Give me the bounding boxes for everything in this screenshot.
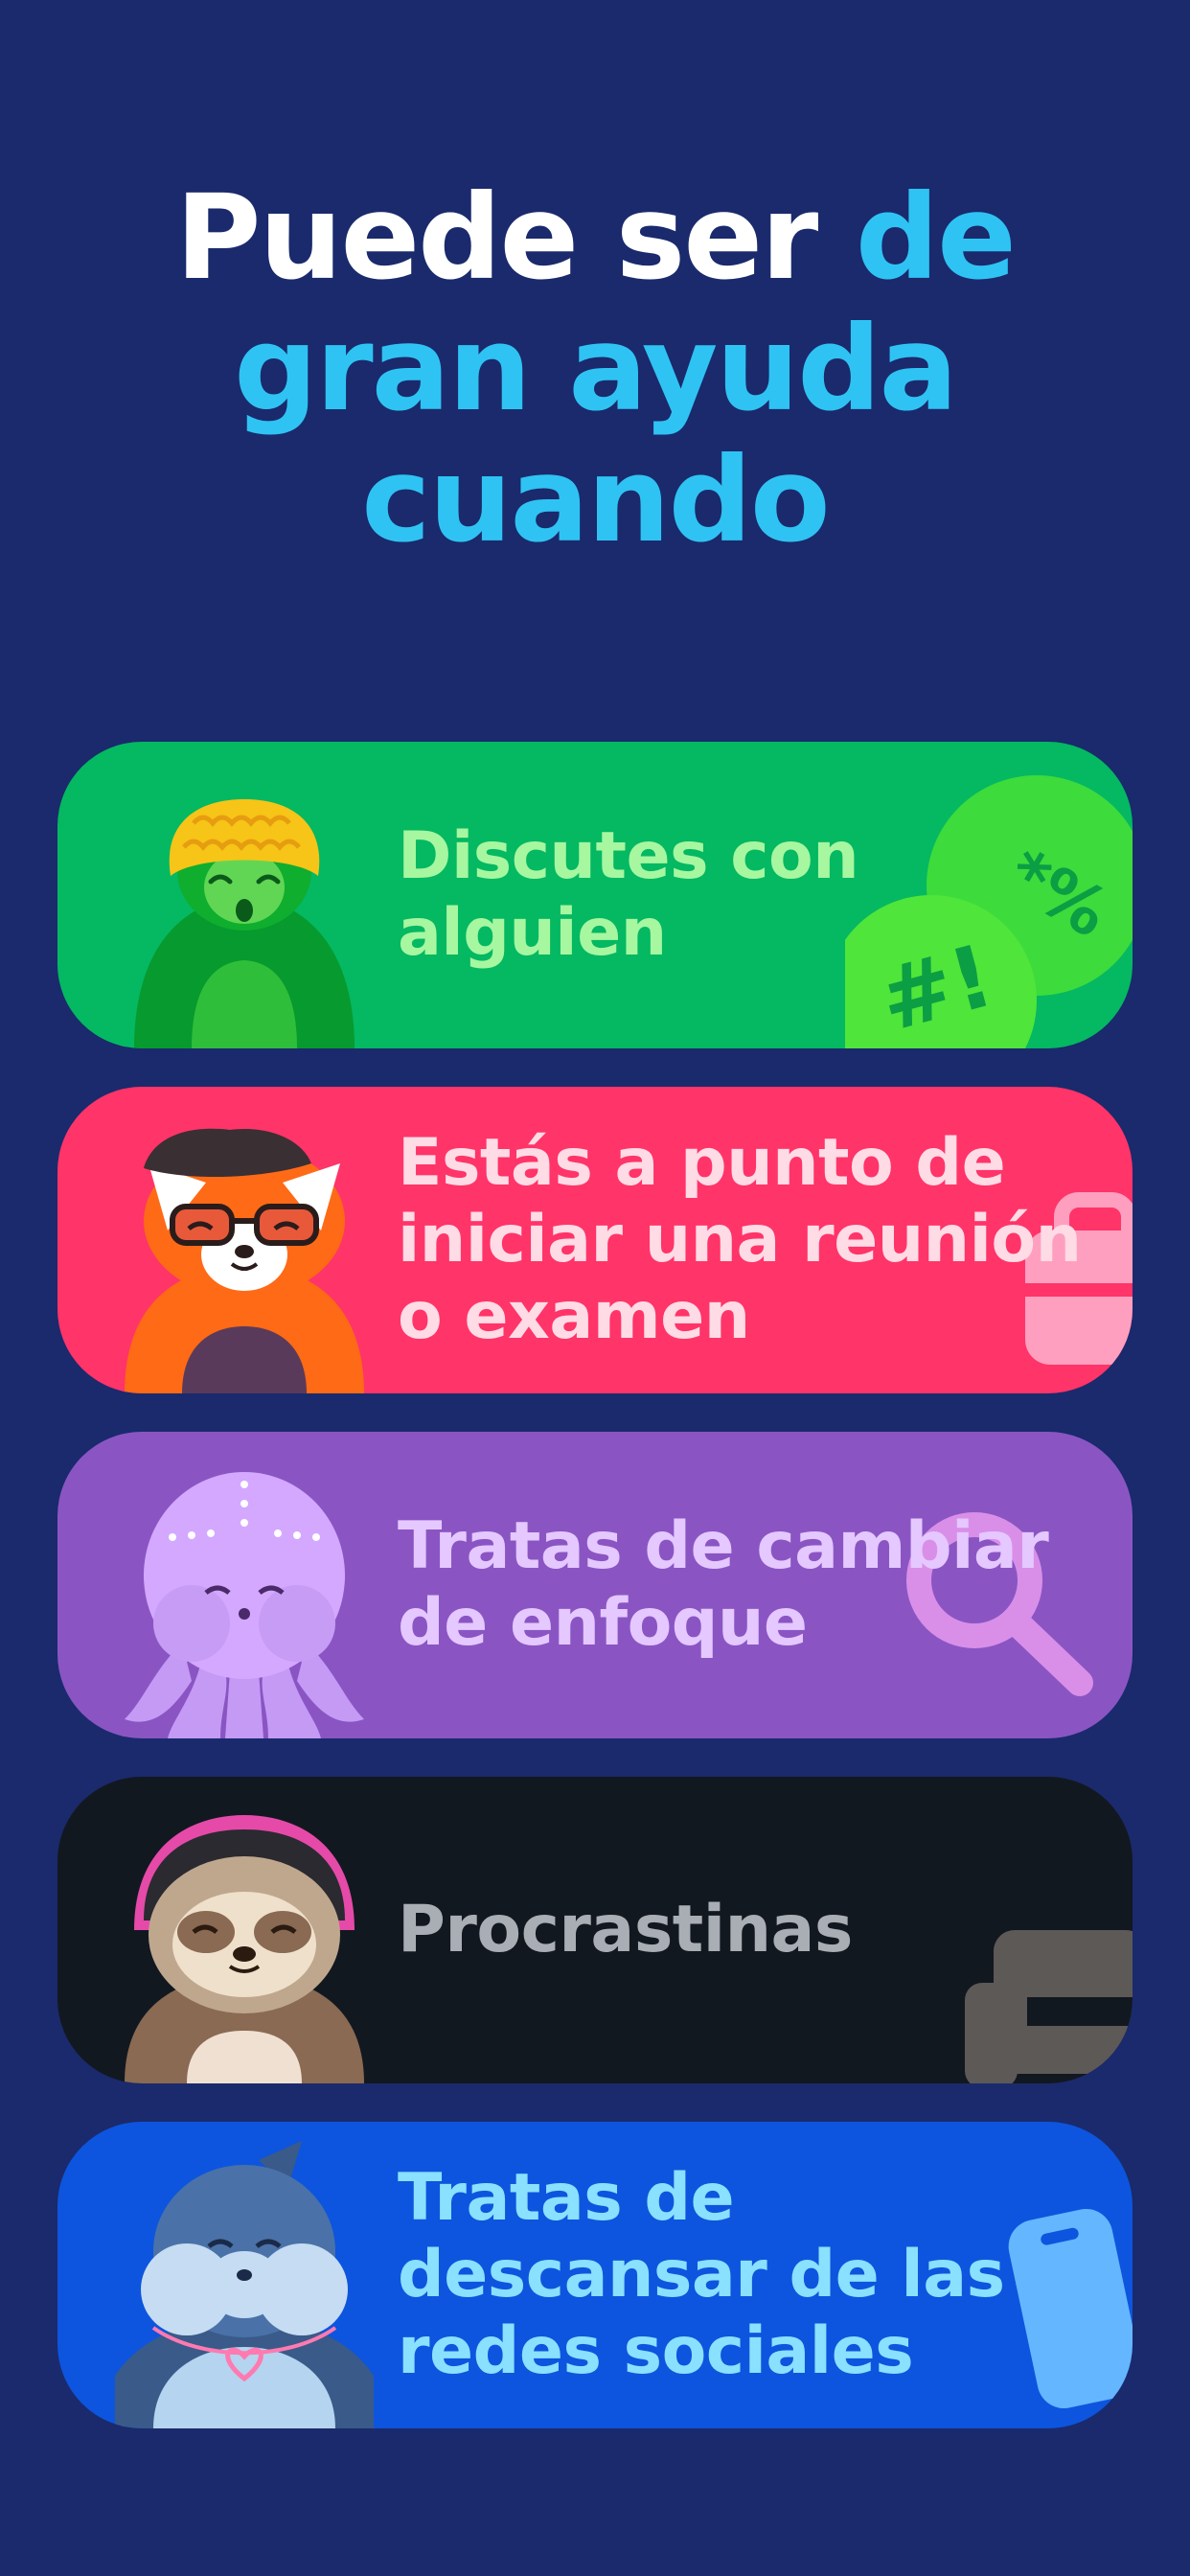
title-line-1: Puede ser de: [0, 172, 1190, 304]
card-label: Discutes con alguien: [398, 742, 1087, 1048]
sloth-mascot-icon: [125, 1815, 364, 2083]
card-label: Tratas de descansar de las redes sociale…: [398, 2122, 1087, 2428]
card-label-line: o examen: [398, 1278, 750, 1354]
card-label-line: iniciar una reunión: [398, 1202, 1082, 1277]
card-label: Tratas de cambiar de enfoque: [398, 1432, 1087, 1738]
red-panda-mascot-icon: [125, 1128, 364, 1393]
card-label-line: redes sociales: [398, 2313, 914, 2389]
situation-card-meeting[interactable]: Estás a punto de iniciar una reunión o e…: [57, 1087, 1133, 1393]
card-label: Procrastinas: [398, 1777, 1087, 2083]
octopus-mascot-icon: [125, 1472, 364, 1738]
dolphin-mascot-icon: [115, 2141, 374, 2428]
card-label-line: Procrastinas: [398, 1892, 853, 1967]
turtle-mascot-icon: [134, 799, 355, 1048]
card-label-line: Estás a punto de: [398, 1125, 1006, 1201]
page-title: Puede ser de gran ayuda cuando: [0, 172, 1190, 566]
onboarding-screen: Puede ser de gran ayuda cuando *% #! Dis…: [0, 0, 1190, 2576]
card-label-line: descansar de las: [398, 2237, 1005, 2312]
situation-card-procrastinate[interactable]: Procrastinas: [57, 1777, 1133, 2083]
situation-card-focus[interactable]: Tratas de cambiar de enfoque: [57, 1432, 1133, 1738]
card-label-line: Tratas de cambiar: [398, 1508, 1049, 1584]
situation-card-argument[interactable]: *% #! Discutes con alguien: [57, 742, 1133, 1048]
card-label-line: Tratas de: [398, 2160, 735, 2236]
card-label-line: alguien: [398, 895, 667, 971]
title-blue-part: de: [855, 170, 1017, 306]
card-label: Estás a punto de iniciar una reunión o e…: [398, 1087, 1087, 1393]
card-label-line: de enfoque: [398, 1585, 808, 1661]
title-line-2: gran ayuda: [234, 301, 958, 437]
situation-card-social-media[interactable]: Tratas de descansar de las redes sociale…: [57, 2122, 1133, 2428]
title-line-3: cuando: [361, 432, 831, 568]
card-label-line: Discutes con: [398, 818, 859, 894]
title-white-part: Puede ser: [175, 170, 856, 306]
